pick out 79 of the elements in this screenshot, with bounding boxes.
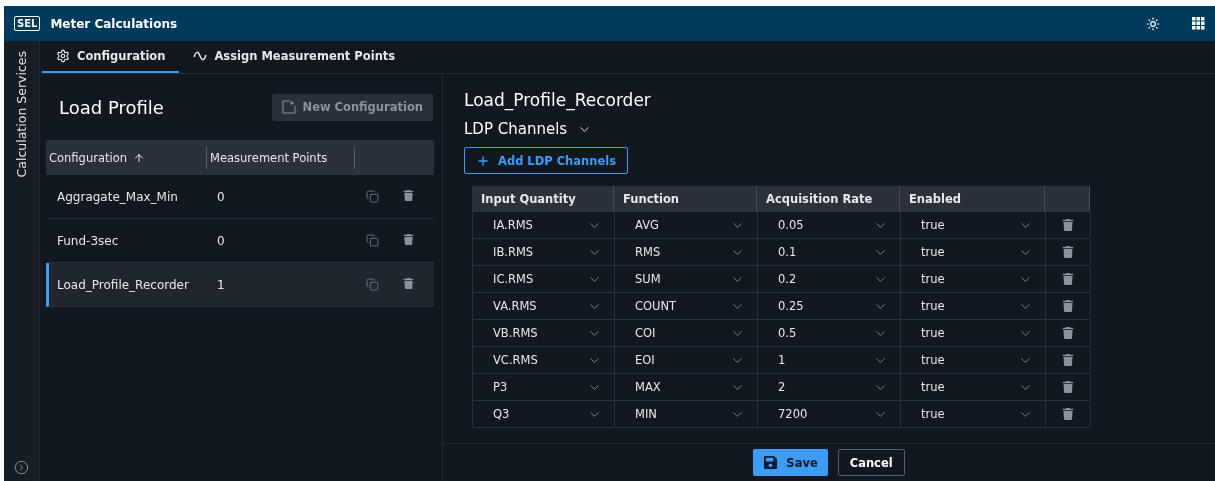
delete-button[interactable]: [1062, 327, 1074, 339]
sort-up-icon: [133, 151, 145, 164]
copy-button[interactable]: [366, 234, 379, 247]
table-cell-text: 0: [216, 233, 226, 248]
table-cell-text: 1: [216, 277, 226, 292]
copy-button[interactable]: [366, 278, 379, 291]
wave-icon: [193, 51, 208, 61]
detail-title: Load_Profile_Recorder: [464, 90, 652, 110]
delete-button[interactable]: [1062, 354, 1074, 366]
configuration-row[interactable]: Aggragate_Max_Min 0: [46, 175, 434, 219]
delete-button[interactable]: [1062, 300, 1074, 312]
dropdown-select[interactable]: IA.RMS: [473, 212, 615, 238]
dropdown-select[interactable]: SUM: [615, 266, 758, 292]
expand-icon[interactable]: [14, 460, 29, 475]
configuration-row[interactable]: Load_Profile_Recorder 1: [46, 263, 434, 307]
dropdown-select[interactable]: AVG: [615, 212, 758, 238]
dropdown-select[interactable]: 0.2: [758, 266, 901, 292]
table-cell-text: 0: [216, 189, 226, 204]
delete-button[interactable]: [1062, 381, 1074, 393]
dropdown-select[interactable]: true: [901, 320, 1046, 346]
copy-button[interactable]: [366, 190, 379, 203]
dropdown-select[interactable]: Q3: [473, 401, 615, 427]
dropdown-select[interactable]: 7200: [758, 401, 901, 427]
column-header[interactable]: Measurement Points: [206, 146, 354, 169]
dropdown-select[interactable]: MAX: [615, 374, 758, 400]
dropdown-select[interactable]: IC.RMS: [473, 266, 615, 292]
dropdown-select[interactable]: VC.RMS: [473, 347, 615, 373]
sun-icon[interactable]: [1146, 16, 1160, 31]
dropdown-select[interactable]: true: [901, 293, 1046, 319]
column-header: Input Quantity: [472, 186, 614, 212]
table-cell-text: Fund-3sec: [56, 233, 120, 248]
dropdown-select[interactable]: RMS: [615, 239, 758, 265]
dropdown-select[interactable]: 0.05: [758, 212, 901, 238]
dropdown-select[interactable]: COUNT: [615, 293, 758, 319]
dropdown-select[interactable]: true: [901, 266, 1046, 292]
dropdown-select[interactable]: 0.25: [758, 293, 901, 319]
logo: SEL: [14, 16, 41, 31]
column-header: Function: [614, 186, 757, 212]
dropdown-select[interactable]: P3: [473, 374, 615, 400]
app-grid-icon[interactable]: [1192, 17, 1205, 30]
dropdown-select[interactable]: MIN: [615, 401, 758, 427]
tab[interactable]: Configuration: [42, 41, 180, 73]
delete-button[interactable]: [1062, 273, 1074, 285]
dropdown-select[interactable]: IB.RMS: [473, 239, 615, 265]
dropdown-select[interactable]: 1: [758, 347, 901, 373]
dropdown-select[interactable]: VA.RMS: [473, 293, 615, 319]
cancel-button[interactable]: Cancel: [837, 449, 905, 476]
dropdown-select[interactable]: COI: [615, 320, 758, 346]
dropdown-select[interactable]: VB.RMS: [473, 320, 615, 346]
column-header: Enabled: [900, 186, 1045, 212]
column-header[interactable]: Configuration: [46, 146, 206, 169]
gear-icon: [56, 49, 70, 63]
dropdown-select[interactable]: 2: [758, 374, 901, 400]
delete-button[interactable]: [403, 234, 414, 247]
dropdown-select[interactable]: true: [901, 374, 1046, 400]
save-button[interactable]: Save: [753, 449, 828, 476]
delete-button[interactable]: [403, 278, 414, 291]
delete-button[interactable]: [1062, 219, 1074, 231]
tab[interactable]: Assign Measurement Points: [179, 41, 410, 73]
dropdown-select[interactable]: EOI: [615, 347, 758, 373]
plus-icon: [476, 153, 490, 168]
add-document-icon: [281, 100, 296, 114]
delete-button[interactable]: [1062, 408, 1074, 420]
delete-button[interactable]: [1062, 246, 1074, 258]
app-title: Meter Calculations: [50, 16, 179, 31]
dropdown-select[interactable]: true: [901, 212, 1046, 238]
rail-label[interactable]: Calculation Services: [14, 51, 29, 178]
delete-button[interactable]: [403, 190, 414, 203]
dropdown-select[interactable]: 0.5: [758, 320, 901, 346]
dropdown-select[interactable]: true: [901, 347, 1046, 373]
dropdown-select[interactable]: true: [901, 401, 1046, 427]
column-header: Acquisition Rate: [757, 186, 900, 212]
table-cell-text: Load_Profile_Recorder: [56, 277, 190, 292]
dropdown-select[interactable]: true: [901, 239, 1046, 265]
section-toggle[interactable]: LDP Channels: [464, 120, 593, 138]
panel-title: Load Profile: [59, 96, 164, 118]
dropdown-select[interactable]: 0.1: [758, 239, 901, 265]
table-cell-text: Aggragate_Max_Min: [56, 189, 179, 204]
add-channels-button[interactable]: Add LDP Channels: [464, 147, 629, 174]
